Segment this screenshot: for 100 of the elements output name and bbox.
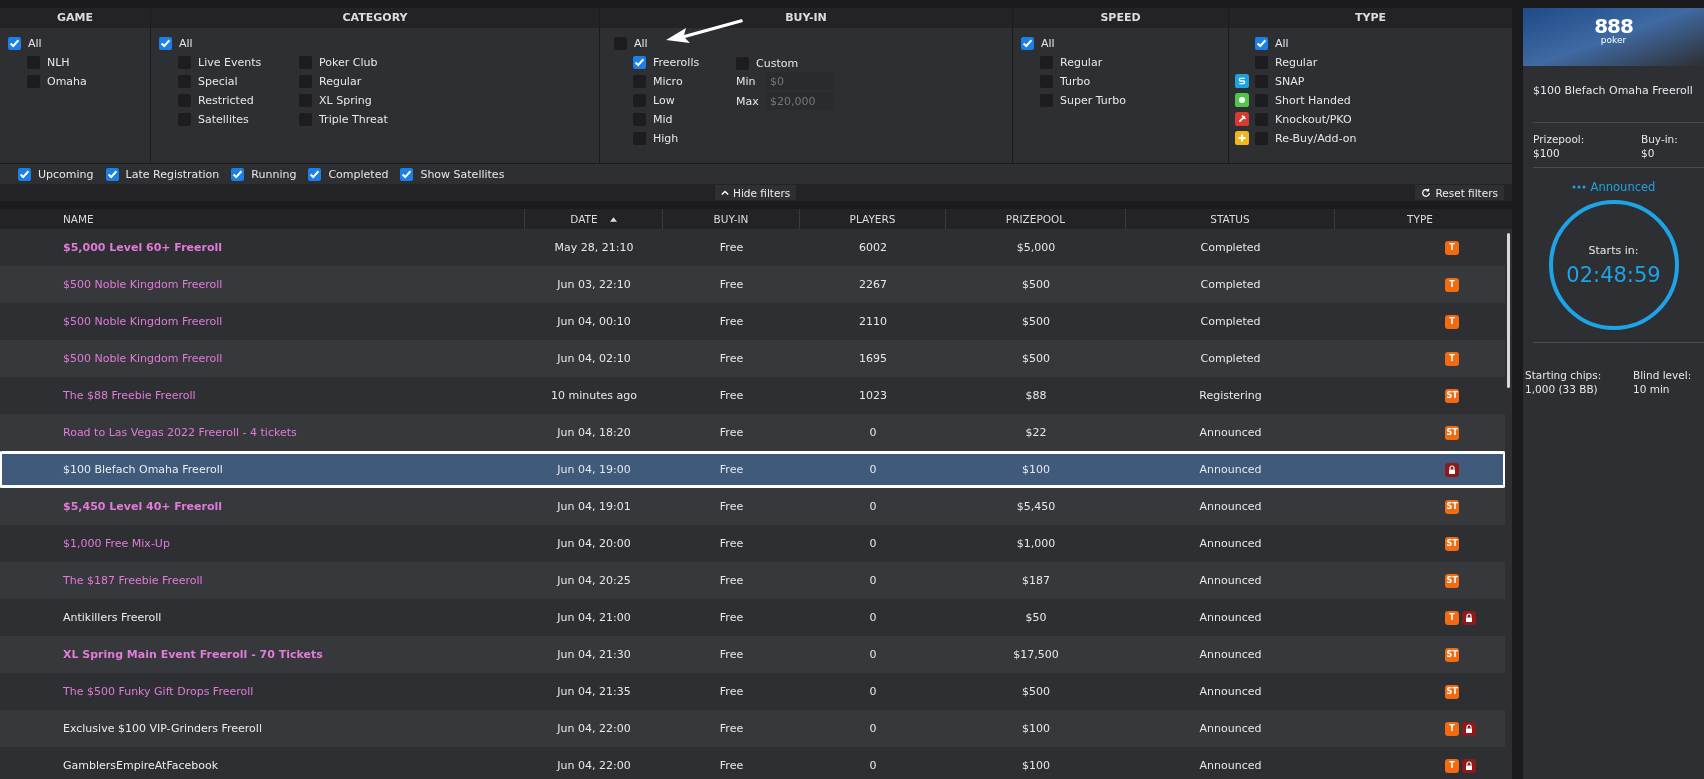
table-row[interactable]: $500 Noble Kingdom Freeroll Jun 03, 22:10 Free 2267 $500 Completed T <box>0 266 1505 303</box>
type-badge: T <box>1445 610 1459 625</box>
table-cell-text: Announced <box>1198 463 1263 476</box>
table-cell-text: Jun 04, 21:00 <box>555 611 632 624</box>
checkbox[interactable]: All <box>159 36 591 50</box>
table-row[interactable]: XL Spring Main Event Freeroll - 70 Tickets Jun 04, 21:30 Free 0 $17,500 Announced ST <box>0 636 1505 673</box>
table-cell-text: 10 minutes ago <box>550 389 638 402</box>
checkbox[interactable]: Show Satellites <box>400 167 505 181</box>
table-cell-text: Announced <box>1198 574 1263 587</box>
table-cell-text: Free <box>718 241 745 254</box>
field-label: Min <box>736 74 757 88</box>
table-cell-text: 2110 <box>858 315 888 328</box>
checkbox[interactable]: Satellites <box>178 112 299 126</box>
checkbox[interactable]: Restricted <box>178 93 299 107</box>
table-row[interactable]: Antikillers Freeroll Jun 04, 21:00 Free 0 $50 Announced T <box>0 599 1505 636</box>
table-cell-text: The $88 Freebie Freeroll <box>62 389 197 402</box>
checkbox[interactable]: XL Spring <box>299 93 439 107</box>
table-cell-text: $50 <box>1024 611 1048 624</box>
logo: 888 poker <box>1594 16 1633 45</box>
checkbox[interactable]: All <box>8 36 142 50</box>
type-badge: T <box>1445 351 1459 366</box>
checkbox[interactable]: Completed <box>308 167 389 181</box>
type-badge: ST <box>1445 647 1459 662</box>
countdown-label: Starts in: <box>1588 243 1639 257</box>
table-cell-text: Free <box>718 278 745 291</box>
table-cell-text: 1023 <box>858 389 888 402</box>
table-cell-text: 0 <box>868 759 878 772</box>
table-row[interactable]: GamblersEmpireAtFacebook Jun 04, 22:00 Free 0 $100 Announced T <box>0 747 1505 779</box>
checkbox[interactable]: Micro <box>633 74 736 88</box>
table-row[interactable]: The $187 Freebie Freeroll Jun 04, 20:25 Free 0 $187 Announced ST <box>0 562 1505 599</box>
info-label: Buy-in: <box>1641 133 1678 145</box>
checkbox[interactable]: Poker Club <box>299 55 439 69</box>
table-row[interactable]: $5,450 Level 40+ Freeroll Jun 04, 19:01 Free 0 $5,450 Announced ST <box>0 488 1505 525</box>
table-row[interactable]: $500 Noble Kingdom Freeroll Jun 04, 00:10 Free 2110 $500 Completed T <box>0 303 1505 340</box>
table-row[interactable]: $500 Noble Kingdom Freeroll Jun 04, 02:10 Free 1695 $500 Completed T <box>0 340 1505 377</box>
checkbox[interactable]: All <box>1021 36 1220 50</box>
info-value: 1,000 (33 BB) <box>1525 383 1599 395</box>
table-row[interactable]: $1,000 Free Mix-Up Jun 04, 20:00 Free 0 $1,000 Announced ST <box>0 525 1505 562</box>
checkbox[interactable]: Late Registration <box>105 167 220 181</box>
checkbox[interactable]: Turbo <box>1040 74 1220 88</box>
table-row[interactable]: $100 Blefach Omaha Freeroll Jun 04, 19:00 Free 0 $100 Announced <box>0 452 1505 487</box>
table-row[interactable]: The $88 Freebie Freeroll 10 minutes ago Free 1023 $88 Registering ST <box>0 377 1505 414</box>
table-cell-text: Jun 04, 00:10 <box>555 315 632 328</box>
table-cell-text: 0 <box>868 500 878 513</box>
hide-filters-button[interactable]: Hide filters <box>715 185 797 200</box>
knockout-type-icon <box>1235 112 1249 126</box>
type-badge: ST <box>1445 536 1459 551</box>
info-label: Prizepool: <box>1533 133 1586 145</box>
checkbox[interactable]: Running <box>231 167 297 181</box>
table-cell-text: 0 <box>868 648 878 661</box>
table-cell-text: $500 Noble Kingdom Freeroll <box>62 278 224 291</box>
checkbox[interactable]: Special <box>178 74 299 88</box>
checkbox[interactable]: All <box>614 36 736 50</box>
dots-icon <box>1571 185 1586 189</box>
table-row[interactable]: Exclusive $100 VIP-Grinders Freeroll Jun 04, 22:00 Free 0 $100 Announced T <box>0 710 1505 747</box>
checkbox[interactable]: Mid <box>633 112 736 126</box>
input-field[interactable]: $20,000 <box>766 92 834 110</box>
checkbox[interactable]: Custom <box>736 56 834 70</box>
checkbox[interactable]: Short Handed <box>1255 93 1351 107</box>
column-header[interactable]: TYPE <box>1335 209 1505 229</box>
table-cell-text: Free <box>718 352 745 365</box>
filter-heading: GAME <box>0 8 150 28</box>
table-cell-text: $100 <box>1021 722 1051 735</box>
checkbox[interactable]: All <box>1255 36 1289 50</box>
type-badge: T <box>1445 277 1459 292</box>
checkbox[interactable]: Re-Buy/Add-on <box>1255 131 1357 145</box>
checkbox[interactable]: Upcoming <box>18 167 94 181</box>
table-cell-text: Jun 04, 21:35 <box>555 685 632 698</box>
input-field[interactable]: $0 <box>766 72 834 90</box>
checkbox[interactable]: Omaha <box>27 74 142 88</box>
field-label: Max <box>736 94 760 108</box>
table-cell-text: Registering <box>1198 389 1263 402</box>
reset-filters-button[interactable]: Reset filters <box>1415 185 1504 200</box>
checkbox[interactable]: Regular <box>1255 55 1318 69</box>
table-cell-text: Jun 04, 19:01 <box>555 500 632 513</box>
table-cell-text: 6002 <box>858 241 888 254</box>
table-cell-text: 0 <box>868 537 878 550</box>
checkbox[interactable]: SNAP <box>1255 74 1305 88</box>
checkbox[interactable]: Super Turbo <box>1040 93 1220 107</box>
table-row[interactable]: The $500 Funky Gift Drops Freeroll Jun 04, 21:35 Free 0 $500 Announced ST <box>0 673 1505 710</box>
type-badge: ST <box>1445 499 1459 514</box>
checkbox[interactable]: Low <box>633 93 736 107</box>
checkbox[interactable]: Knockout/PKO <box>1255 112 1352 126</box>
type-badge: ST <box>1445 425 1459 440</box>
checkbox[interactable]: Triple Threat <box>299 112 439 126</box>
type-badge: T <box>1445 240 1459 255</box>
table-row[interactable]: Road to Las Vegas 2022 Freeroll - 4 tickets Jun 04, 18:20 Free 0 $22 Announced ST <box>0 414 1505 451</box>
checkbox[interactable]: High <box>633 131 736 145</box>
checkbox[interactable]: Live Events <box>178 55 299 69</box>
checkbox[interactable]: NLH <box>27 55 142 69</box>
table-cell-text: Jun 04, 19:00 <box>555 463 632 476</box>
table-cell-text: Free <box>718 759 745 772</box>
checkbox[interactable]: Regular <box>1040 55 1220 69</box>
table-cell-text: Free <box>718 537 745 550</box>
table-row[interactable]: $5,000 Level 60+ Freeroll May 28, 21:10 Free 6002 $5,000 Completed T <box>0 229 1505 266</box>
scrollbar[interactable] <box>1505 229 1512 779</box>
checkbox[interactable]: Regular <box>299 74 439 88</box>
checkbox[interactable]: Freerolls <box>633 55 736 69</box>
table-cell-text: GamblersEmpireAtFacebook <box>62 759 220 772</box>
table-cell-text: 0 <box>868 722 878 735</box>
